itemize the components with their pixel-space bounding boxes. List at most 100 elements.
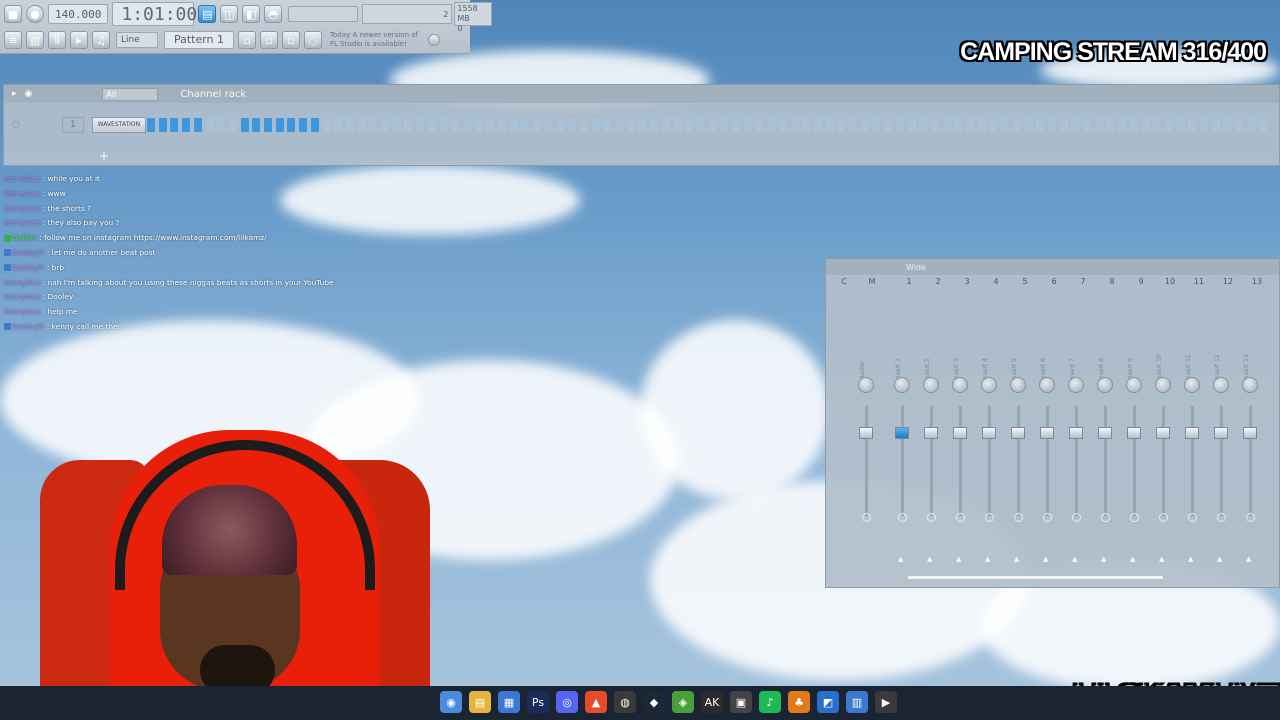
step-button[interactable] (1129, 118, 1138, 132)
step-button[interactable] (650, 118, 659, 132)
options-icon[interactable]: ◉ (25, 89, 33, 99)
route-dot-icon[interactable] (1246, 513, 1255, 522)
route-arrow-icon[interactable]: ▲ (927, 555, 932, 563)
step-button[interactable] (1036, 118, 1045, 132)
step-button[interactable] (1223, 118, 1232, 132)
volume-fader[interactable] (924, 427, 938, 439)
mixer-track-label[interactable]: 4 (984, 277, 1008, 286)
volume-fader[interactable] (1040, 427, 1054, 439)
step-button[interactable] (825, 118, 834, 132)
step-button[interactable] (1059, 118, 1068, 132)
master-strip[interactable]: Master (853, 291, 880, 581)
pattern-selector[interactable]: Pattern 1 (164, 31, 234, 49)
route-dot-icon[interactable] (1188, 513, 1197, 522)
step-button[interactable] (673, 118, 682, 132)
channel-number[interactable]: 1 (61, 117, 84, 133)
insert-strip[interactable]: Insert 1 ▲ (889, 291, 916, 581)
record-button[interactable]: ● (26, 5, 44, 23)
volume-fader[interactable] (1243, 427, 1257, 439)
tempo-display[interactable]: 140.000 (48, 4, 109, 24)
step-button[interactable] (498, 118, 506, 132)
step-button[interactable] (1246, 118, 1255, 132)
route-arrow-icon[interactable]: ▲ (1101, 555, 1106, 563)
mixer-view-title[interactable]: Wide (906, 263, 926, 272)
step-button[interactable] (872, 118, 881, 132)
step-button[interactable] (685, 118, 694, 132)
mixer-track-label[interactable]: 6 (1042, 277, 1066, 286)
step-button[interactable] (860, 118, 869, 132)
step-button[interactable] (1106, 118, 1115, 132)
stop-button[interactable]: ■ (4, 5, 22, 23)
step-button[interactable] (556, 118, 565, 132)
step-button[interactable] (813, 118, 822, 132)
brave-icon[interactable]: ▲ (585, 691, 607, 713)
step-button[interactable] (427, 118, 436, 132)
pan-knob[interactable] (858, 377, 874, 393)
step-button[interactable] (977, 118, 986, 132)
pan-knob[interactable] (1068, 377, 1084, 393)
mixer-track-label[interactable]: 10 (1158, 277, 1182, 286)
news-panel[interactable]: Today A newer version of FL Studio is av… (330, 31, 424, 49)
step-button[interactable] (474, 118, 483, 132)
route-arrow-icon[interactable]: ▲ (1130, 555, 1135, 563)
route-dot-icon[interactable] (1043, 513, 1052, 522)
fl-studio-icon[interactable]: ♣ (788, 691, 810, 713)
metronome-icon[interactable]: ◫ (220, 5, 239, 23)
mic-icon[interactable]: ♫ (92, 31, 110, 49)
step-button[interactable] (743, 118, 752, 132)
route-dot-icon[interactable] (1101, 513, 1110, 522)
route-dot-icon[interactable] (1159, 513, 1168, 522)
step-button[interactable] (381, 118, 389, 132)
insert-strip[interactable]: Insert 9 ▲ (1121, 291, 1148, 581)
mixer-track-label[interactable]: C (832, 277, 856, 286)
step-button[interactable] (205, 118, 214, 132)
step-button[interactable] (626, 118, 635, 132)
route-arrow-icon[interactable]: ▲ (898, 555, 903, 563)
step-button[interactable] (767, 118, 776, 132)
step-button[interactable] (708, 118, 717, 132)
step-button[interactable] (1176, 118, 1185, 132)
insert-strip[interactable]: Insert 6 ▲ (1034, 291, 1061, 581)
chrome-icon[interactable]: ◉ (440, 691, 462, 713)
step-button[interactable] (544, 118, 553, 132)
news-close-icon[interactable] (428, 34, 440, 46)
volume-fader[interactable] (1156, 427, 1170, 439)
insert-strip[interactable]: Insert 2 ▲ (918, 291, 945, 581)
insert-strip[interactable]: Insert 11 ▲ (1179, 291, 1206, 581)
route-arrow-icon[interactable]: ▲ (1072, 555, 1077, 563)
volume-fader[interactable] (1098, 427, 1112, 439)
step-button[interactable] (989, 118, 998, 132)
step-button[interactable] (696, 118, 705, 132)
add-channel-button[interactable]: + (99, 149, 109, 163)
step-button[interactable] (790, 118, 799, 132)
route-dot-icon[interactable] (956, 513, 965, 522)
app-icon-3[interactable]: ◩ (817, 691, 839, 713)
route-arrow-icon[interactable]: ▲ (1043, 555, 1048, 563)
step-button[interactable] (1200, 118, 1208, 132)
step-button[interactable] (345, 118, 354, 132)
mixer-track-label[interactable]: 11 (1187, 277, 1211, 286)
step-button[interactable] (1141, 118, 1150, 132)
step-button[interactable] (837, 118, 846, 132)
insert-strip[interactable]: Insert 3 ▲ (947, 291, 974, 581)
pan-knob[interactable] (981, 377, 997, 393)
volume-fader[interactable] (1214, 427, 1228, 439)
mixer-track-label[interactable]: 1 (897, 277, 921, 286)
master-volume-slider[interactable] (288, 6, 359, 22)
step-button[interactable] (966, 118, 974, 132)
mixer-scrollbar[interactable] (908, 576, 1163, 579)
route-arrow-icon[interactable]: ▲ (1159, 555, 1164, 563)
step-button[interactable] (486, 118, 495, 132)
mixer-track-label[interactable]: 8 (1100, 277, 1124, 286)
menu-arrow-icon[interactable]: ▸ (12, 89, 17, 99)
step-button[interactable] (568, 118, 577, 132)
step-button[interactable] (579, 118, 588, 132)
mixer-icon[interactable]: ⫼ (48, 31, 66, 49)
app-icon[interactable]: ◈ (672, 691, 694, 713)
step-button[interactable] (1258, 118, 1267, 132)
step-button[interactable] (1153, 118, 1162, 132)
alt-icon[interactable]: ▫ (282, 31, 300, 49)
step-button[interactable] (919, 118, 928, 132)
step-button[interactable] (1211, 118, 1220, 132)
step-button[interactable] (357, 118, 366, 132)
